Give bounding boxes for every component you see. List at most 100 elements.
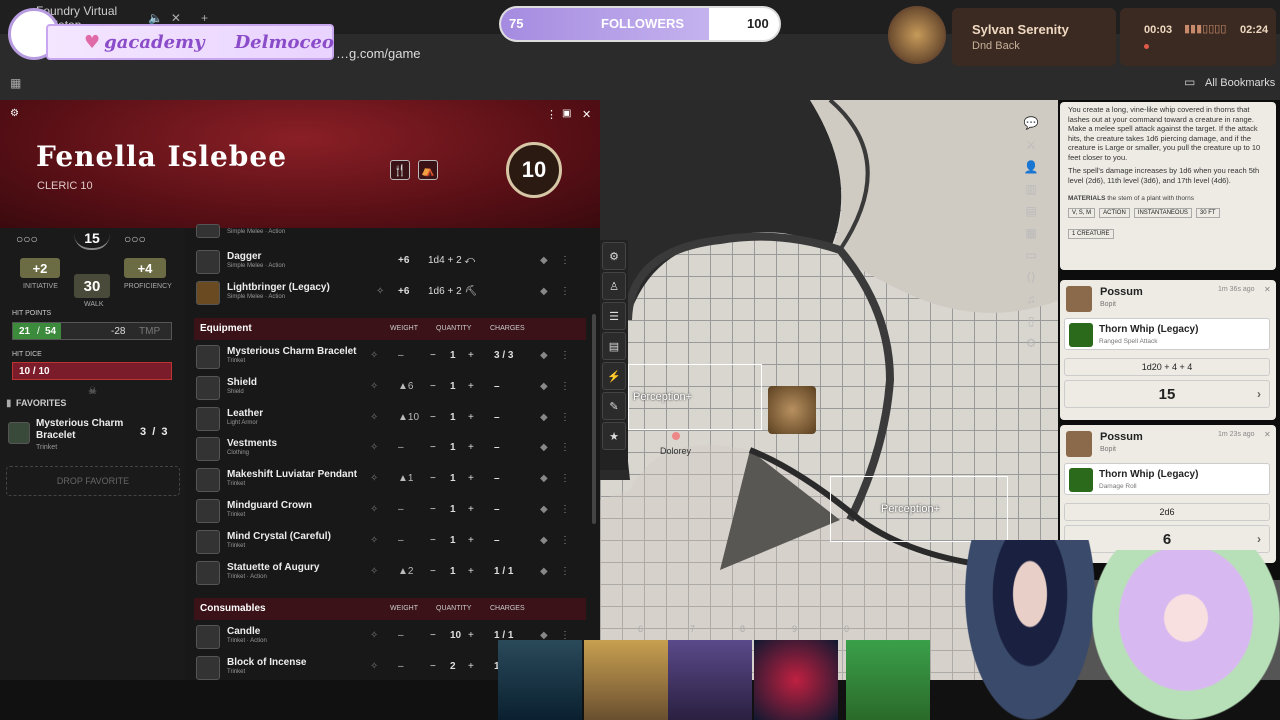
tab-audio-icon[interactable]: 🔈 [148,11,163,25]
row-menu-icon[interactable]: ⋮ [560,286,570,297]
spell-row[interactable]: Thorn Whip (Legacy) Ranged Spell Attack [1064,318,1270,350]
attune-icon[interactable]: ✧ [370,535,378,546]
attune-icon[interactable]: ✧ [370,442,378,453]
perception-zone-2[interactable]: Perception+ [830,476,1008,542]
item-qty[interactable]: 1 [450,504,456,515]
item-charges[interactable]: 3 / 3 [494,350,513,361]
item-qty[interactable]: 1 [450,350,456,361]
favorite-item[interactable]: Mysterious Charm Bracelet Trinket 3 / 3 [6,418,181,454]
hit-dice-bar[interactable]: 10 / 10 [12,362,172,380]
sheet-menu-icon[interactable]: ⚙ [10,108,19,119]
macros-tab-icon[interactable]: ⟨⟩ [1020,266,1042,288]
item-row[interactable]: Mind Crystal (Careful) Trinket ✧ – − 1 + – ◆ ⋮ [194,527,586,557]
compendium-tab-icon[interactable]: ▯ [1020,310,1042,332]
weapon-row[interactable]: Dagger Simple Melee · Action +6 1d4 + 2 … [194,247,586,277]
shield-toggle-icon[interactable]: ◆ [540,286,548,297]
item-charges[interactable]: – [494,412,500,423]
attune-icon[interactable]: ✧ [370,630,378,641]
row-menu-icon[interactable]: ⋮ [560,255,570,266]
hp-bar[interactable]: 21 / 54 -28 TMP [12,322,172,340]
journal-tab-icon[interactable]: ▤ [1020,200,1042,222]
qty-decrease-button[interactable]: − [430,442,436,453]
items-tab-icon[interactable]: ▥ [1020,178,1042,200]
tab-close-icon[interactable]: ✕ [171,11,181,25]
item-row[interactable]: Vestments Clothing ✧ – − 1 + – ◆ ⋮ [194,434,586,464]
hotbar-slot-6[interactable]: 6 [638,624,643,634]
shield-toggle-icon[interactable]: ◆ [540,350,548,361]
initiative-badge[interactable]: +2 [20,258,60,278]
list-tool-icon[interactable]: ☰ [602,302,626,330]
qty-decrease-button[interactable]: − [430,661,436,672]
attune-icon[interactable]: ✧ [370,412,378,423]
item-qty[interactable]: 1 [450,566,456,577]
item-charges[interactable]: – [494,442,500,453]
attune-icon[interactable]: ✧ [370,661,378,672]
item-qty[interactable]: 1 [450,473,456,484]
tables-tab-icon[interactable]: ▦ [1020,222,1042,244]
settings-tool-icon[interactable]: ⚙ [602,242,626,270]
item-row[interactable]: Mysterious Charm Bracelet Trinket ✧ – − 1 +3 /… [194,342,586,372]
shield-toggle-icon[interactable]: ◆ [540,473,548,484]
shield-toggle-icon[interactable]: ◆ [540,504,548,515]
rest-icon[interactable]: 🍴 [390,160,410,180]
item-row[interactable]: Makeshift Luviatar Pendant Trinket ✧ ▲1 − 1 + –… [194,465,586,495]
weapon-bonus[interactable]: +6 [398,286,409,297]
weapon-bonus[interactable]: +6 [398,255,409,266]
hp-tmp[interactable]: TMP [139,326,160,337]
item-qty[interactable]: 1 [450,381,456,392]
shield-toggle-icon[interactable]: ◆ [540,442,548,453]
shield-toggle-icon[interactable]: ◆ [540,412,548,423]
roll-result[interactable]: 15 › [1064,380,1270,408]
message-delete-icon[interactable]: ✕ [1264,430,1271,439]
item-charges[interactable]: – [494,535,500,546]
attune-icon[interactable]: ✧ [370,473,378,484]
qty-increase-button[interactable]: + [468,630,474,641]
qty-increase-button[interactable]: + [468,350,474,361]
death-save-success-icon[interactable]: ○○○ [124,232,146,246]
attune-icon[interactable]: ✧ [370,381,378,392]
weapon-damage[interactable]: 1d4 + 2 ⤺ [428,255,475,266]
shield-toggle-icon[interactable]: ◆ [540,381,548,392]
token-marker-icon[interactable] [672,432,680,440]
playlists-tab-icon[interactable]: ♫ [1020,288,1042,310]
qty-increase-button[interactable]: + [468,566,474,577]
item-qty[interactable]: 2 [450,661,456,672]
row-menu-icon[interactable]: ⋮ [560,535,570,546]
lightning-tool-icon[interactable]: ⚡ [602,362,626,390]
hotbar-slot-8[interactable]: 8 [740,624,745,634]
weapon-row[interactable]: Lightbringer (Legacy) Simple Melee · Act… [194,278,586,308]
sheet-token-icon[interactable]: ▣ [562,108,571,119]
qty-decrease-button[interactable]: − [430,630,436,641]
star-tool-icon[interactable]: ★ [602,422,626,450]
roll-formula[interactable]: 2d6 [1064,503,1270,521]
qty-increase-button[interactable]: + [468,504,474,515]
drop-favorite-zone[interactable]: DROP FAVORITE [6,466,180,496]
qty-decrease-button[interactable]: − [430,566,436,577]
item-charges[interactable]: – [494,504,500,515]
all-bookmarks-link[interactable]: All Bookmarks [1205,77,1275,89]
hotbar-slot-9[interactable]: 9 [792,624,797,634]
message-delete-icon[interactable]: ✕ [1264,285,1271,294]
qty-increase-button[interactable]: + [468,442,474,453]
attune-icon[interactable]: ✧ [370,350,378,361]
roll-formula[interactable]: 1d20 + 4 + 4 [1064,358,1270,376]
item-row[interactable]: Mindguard Crown Trinket ✧ – − 1 + – ◆ ⋮ [194,496,586,526]
qty-increase-button[interactable]: + [468,535,474,546]
shield-toggle-icon[interactable]: ◆ [540,566,548,577]
qty-increase-button[interactable]: + [468,412,474,423]
row-menu-icon[interactable]: ⋮ [560,566,570,577]
item-row[interactable]: Shield Shield ✧ ▲6 − 1 + – ◆ ⋮ [194,373,586,403]
item-row[interactable]: Statuette of Augury Trinket · Action ✧ ▲2 − 1… [194,558,586,588]
attune-icon[interactable]: ✧ [370,566,378,577]
item-row[interactable]: Leather Light Armor ✧ ▲10− 1 + – ◆ ⋮ [194,404,586,434]
row-menu-icon[interactable]: ⋮ [560,381,570,392]
row-menu-icon[interactable]: ⋮ [560,504,570,515]
item-qty[interactable]: 10 [450,630,461,641]
hotbar-slot-0[interactable]: 0 [844,624,849,634]
item-qty[interactable]: 1 [450,412,456,423]
sheet-close-icon[interactable]: ✕ [582,108,591,121]
death-save-fail-icon[interactable]: ○○○ [16,232,38,246]
settings-tab-icon[interactable]: ⚙ [1020,332,1042,354]
long-rest-icon[interactable]: ⛺ [418,160,438,180]
row-menu-icon[interactable]: ⋮ [560,350,570,361]
